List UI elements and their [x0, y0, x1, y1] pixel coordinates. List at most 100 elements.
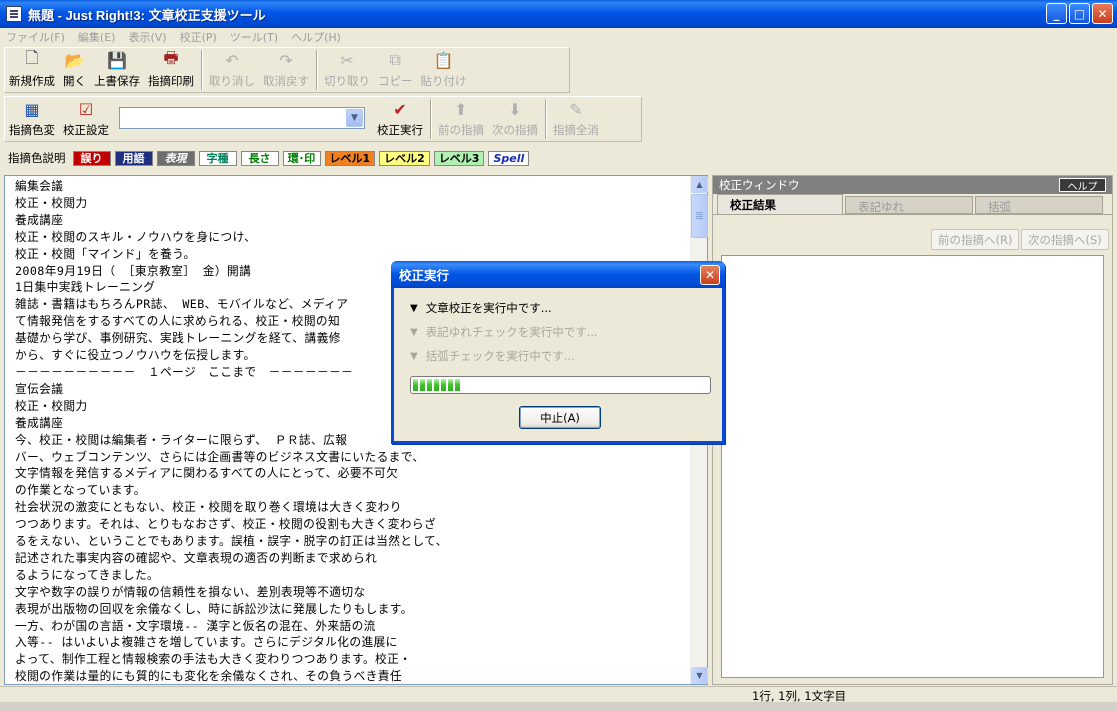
- step-brackets: ▼ 括弧チェックを実行中です...: [410, 348, 575, 364]
- document-line: 校正・校閲のスキル・ノウハウを身につけ、: [15, 229, 257, 244]
- menu-view[interactable]: 表示(V): [128, 29, 166, 45]
- proofread-preset-select[interactable]: ▼: [119, 107, 365, 129]
- copy-icon: ⧉: [389, 50, 401, 69]
- document-line: 校正・校閲「マインド」を養う。: [15, 246, 196, 261]
- toolbar-separator: [430, 99, 431, 139]
- legend-chip: 長さ: [240, 150, 279, 166]
- step-notation: ▼ 表記ゆれチェックを実行中です...: [410, 324, 598, 340]
- legend-chip: 字種: [198, 150, 237, 166]
- clear-all-button[interactable]: ✎ 指摘全消: [549, 97, 603, 141]
- status-bar: 1行, 1列, 1文字目: [0, 686, 1117, 703]
- menu-edit[interactable]: 編集(E): [78, 29, 116, 45]
- save-button[interactable]: 💾 上書保存: [90, 48, 144, 92]
- menu-help[interactable]: ヘルプ(H): [291, 29, 341, 45]
- toolbar-separator: [201, 50, 202, 90]
- open-folder-icon: 📂: [64, 50, 85, 70]
- proofread-settings-button[interactable]: ☑ 校正設定: [59, 97, 113, 141]
- legend-chip: 表現: [156, 150, 195, 166]
- redo-label: 取消戻す: [263, 74, 309, 88]
- cut-icon: ✂: [340, 50, 354, 70]
- open-button[interactable]: 📂 開く: [59, 48, 90, 92]
- document-line: 校正・校閲力: [15, 195, 88, 210]
- panel-tabs: 校正結果 表記ゆれ 括弧: [713, 194, 1112, 214]
- next-issue-nav-button[interactable]: 次の指摘へ(S): [1021, 229, 1109, 250]
- document-line: 一方、わが国の言語・文字環境-- 漢字と仮名の混在、外来語の流: [15, 618, 376, 633]
- document-line: 文字や数字の誤りが情報の信頼性を損ない、差別表現等不適切な: [15, 584, 366, 599]
- proofread-run-icon: ✔: [393, 99, 407, 119]
- progress-block: [420, 379, 425, 391]
- new-button[interactable]: 🗋 新規作成: [5, 48, 59, 92]
- menu-file[interactable]: ファイル(F): [6, 29, 65, 45]
- prev-issue-button[interactable]: ⬆ 前の指摘: [434, 97, 488, 141]
- print-button[interactable]: 🖶 指摘印刷: [144, 48, 198, 92]
- print-icon: 🖶: [163, 47, 179, 67]
- cancel-button[interactable]: 中止(A): [519, 406, 601, 429]
- prev-issue-nav-button[interactable]: 前の指摘へ(R): [931, 229, 1020, 250]
- next-issue-button[interactable]: ⬇ 次の指摘: [488, 97, 542, 141]
- standard-toolbar: 🗋 新規作成 📂 開く 💾 上書保存 🖶 指摘印刷 ↶ 取り消し ↷ 取消戻す ✂ 切り取り …: [4, 47, 570, 93]
- panel-title: 校正ウィンドウ: [719, 178, 800, 192]
- scroll-thumb[interactable]: [691, 194, 708, 238]
- cut-button[interactable]: ✂ 切り取り: [320, 48, 374, 92]
- color-change-label: 指摘色変: [9, 123, 55, 137]
- toolbar-separator: [316, 50, 317, 90]
- progress-bar: [410, 376, 711, 394]
- next-issue-label: 次の指摘: [492, 123, 538, 137]
- tab-notation-variance[interactable]: 表記ゆれ: [845, 196, 973, 214]
- document-line: 校閲の作業は量的にも質的にも変化を余儀なくされ、その負うべき責任: [15, 669, 402, 684]
- triangle-icon: ▼: [410, 350, 418, 362]
- maximize-button[interactable]: □: [1069, 3, 1090, 24]
- undo-button[interactable]: ↶ 取り消し: [205, 48, 259, 92]
- scroll-down-icon[interactable]: ▼: [691, 667, 708, 684]
- proofread-toolbar: ▦ 指摘色変 ☑ 校正設定 ▼ ✔ 校正実行 ⬆ 前の指摘 ⬇ 次の指摘 ✎ 指摘全消: [4, 96, 642, 142]
- clear-all-label: 指摘全消: [553, 123, 599, 137]
- redo-icon: ↷: [279, 50, 293, 70]
- copy-button[interactable]: ⧉ コピー: [374, 48, 417, 92]
- close-button[interactable]: ✕: [1092, 3, 1113, 24]
- redo-button[interactable]: ↷ 取消戻す: [259, 48, 313, 92]
- progress-block: [434, 379, 439, 391]
- legend-chip: 用語: [114, 150, 153, 166]
- arrow-down-icon: ⬇: [508, 99, 522, 119]
- progress-block: [427, 379, 432, 391]
- progress-block: [413, 379, 418, 391]
- paste-label: 貼り付け: [420, 74, 467, 88]
- dialog-title: 校正実行: [399, 268, 450, 283]
- tab-results[interactable]: 校正結果: [717, 194, 843, 214]
- minimize-button[interactable]: _: [1046, 3, 1067, 24]
- window-title: 無題 - Just Right!3: 文章校正支援ツール: [28, 7, 266, 23]
- document-line: 養成講座: [15, 212, 64, 227]
- chevron-down-icon[interactable]: ▼: [346, 109, 363, 127]
- triangle-icon: ▼: [410, 302, 418, 314]
- document-line: よって、制作工程と情報検索の手法も大きく変わりつつあります。校正・: [15, 652, 412, 667]
- step-proofread: ▼ 文章校正を実行中です...: [410, 300, 552, 316]
- legend-chip: レベル3: [433, 150, 485, 166]
- panel-help-button[interactable]: ヘルプ: [1059, 178, 1106, 193]
- legend-chip: レベル1: [324, 150, 376, 166]
- document-line: 記述された事実内容の確認や、文章表現の適否の判断まで求められ: [15, 550, 378, 565]
- document-line: 編集会議: [15, 179, 64, 193]
- color-change-icon: ▦: [24, 99, 40, 119]
- save-icon: 💾: [107, 50, 127, 70]
- document-line: るをえない、ということでもあります。誤植・誤字・脱字の訂正は当然として、: [15, 534, 448, 549]
- tab-brackets[interactable]: 括弧: [975, 196, 1103, 214]
- dialog-close-button[interactable]: ✕: [700, 265, 720, 285]
- color-change-button[interactable]: ▦ 指摘色変: [5, 97, 59, 141]
- progress-block: [441, 379, 446, 391]
- results-list[interactable]: [721, 255, 1104, 678]
- arrow-up-icon: ⬆: [454, 99, 468, 119]
- save-label: 上書保存: [94, 74, 140, 88]
- run-proofread-button[interactable]: ✔ 校正実行: [373, 97, 427, 141]
- document-line: るようになってきました。: [15, 567, 160, 582]
- dialog-title-bar: 校正実行 ✕: [391, 261, 725, 288]
- legend-chip: レベル2: [379, 150, 430, 166]
- document-line: 表現が出版物の回収を余儀なくし、時に訴訟沙汰に発展したりもします。: [15, 601, 413, 616]
- prev-issue-label: 前の指摘: [438, 123, 484, 137]
- title-bar: 無題 - Just Right!3: 文章校正支援ツール _ □ ✕: [0, 0, 1117, 28]
- paste-button[interactable]: 📋 貼り付け: [417, 48, 471, 92]
- menu-proofread[interactable]: 校正(P): [180, 29, 217, 45]
- legend-label: 指摘色説明: [8, 151, 66, 165]
- document-line: 入等-- はいよいよ複雑さを増しています。さらにデジタル化の進展に: [15, 635, 398, 650]
- scroll-up-icon[interactable]: ▲: [691, 176, 708, 193]
- menu-tools[interactable]: ツール(T): [230, 29, 278, 45]
